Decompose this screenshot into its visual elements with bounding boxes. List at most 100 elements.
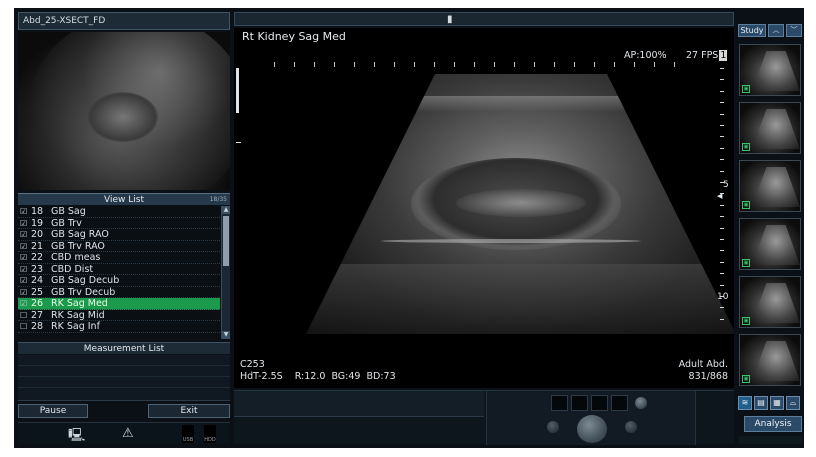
small-knob-icon[interactable] — [635, 397, 647, 409]
computer-icon[interactable]: 🖳 — [68, 426, 85, 443]
thumbnail-tag-icon: ▣ — [742, 201, 750, 209]
view-number: 21 — [31, 240, 44, 252]
depth-tick — [720, 318, 724, 320]
ruler-tick — [534, 62, 535, 67]
depth-tick — [720, 227, 724, 229]
focus-marker-icon[interactable]: ◀ — [717, 192, 722, 200]
checkbox-icon[interactable]: ☑ — [20, 287, 29, 299]
checkbox-icon[interactable]: ☑ — [20, 275, 29, 287]
frame-rate: 27 FPS 1 — [686, 50, 728, 61]
ruler-tick — [494, 62, 495, 67]
preset-slot-1[interactable] — [551, 395, 568, 411]
view-list-item[interactable]: ☑ 22 CBD meas — [18, 252, 220, 264]
view-list-item[interactable]: ☑ 18 GB Sag — [18, 206, 220, 218]
grid-icon[interactable]: ▦ — [770, 396, 784, 410]
preset-slot-3[interactable] — [591, 395, 608, 411]
view-list-item[interactable]: ☑ 19 GB Trv — [18, 218, 220, 230]
analysis-button[interactable]: Analysis — [744, 416, 802, 432]
exit-button[interactable]: Exit — [148, 404, 230, 418]
thumbnail-sector — [752, 283, 800, 323]
image-thumbnail[interactable]: ▣ — [739, 276, 801, 328]
report-icon[interactable]: ▤ — [754, 396, 768, 410]
checkbox-icon[interactable]: ☑ — [20, 218, 29, 230]
hdd-indicator: HDD — [204, 425, 216, 443]
ruler-tick — [274, 62, 275, 67]
renal-capsule — [381, 239, 641, 243]
image-thumbnail[interactable]: ▣ — [739, 160, 801, 212]
left-knob-icon[interactable] — [547, 421, 559, 433]
pause-button[interactable]: Pause — [18, 404, 88, 418]
measurement-row — [18, 355, 230, 366]
ruler-tick — [654, 62, 655, 67]
view-list-header: View List 18/35 — [18, 193, 230, 205]
thumbnail-tag-icon: ▣ — [742, 317, 750, 325]
scroll-down-icon[interactable]: ▼ — [222, 331, 230, 339]
ruler-tick — [474, 62, 475, 67]
view-list-scrollbar[interactable]: ▲ ▼ — [221, 206, 230, 339]
view-list-item[interactable]: ☑ 25 GB Trv Decub — [18, 287, 220, 299]
checkbox-icon[interactable]: ☑ — [20, 252, 29, 264]
ruler-tick — [574, 62, 575, 67]
view-list-item[interactable]: ☑ 26 RK Sag Med — [18, 298, 220, 310]
image-thumbnail[interactable]: ▣ — [739, 218, 801, 270]
view-list-title: View List — [104, 195, 144, 205]
scrollbar-thumb[interactable] — [223, 216, 229, 266]
probe-shape-icon[interactable]: ⌓ — [786, 396, 800, 410]
view-label: RK Sag Mid — [51, 309, 105, 321]
study-button[interactable]: Study — [738, 24, 766, 37]
thumbnail-sector — [752, 225, 800, 265]
view-label: CBD Dist — [51, 263, 94, 275]
page-down-icon[interactable]: ﹀ — [786, 24, 802, 37]
trackball-icon[interactable] — [577, 415, 607, 443]
view-number: 22 — [31, 252, 44, 263]
image-thumbnail[interactable]: ▣ — [739, 334, 801, 386]
view-label: RK Sag Inf — [51, 321, 100, 332]
checkbox-icon[interactable]: ☑ — [20, 241, 29, 253]
view-list-item[interactable]: ☐ 28 RK Sag Inf — [18, 321, 220, 333]
depth-tick — [720, 261, 724, 263]
view-number: 26 — [31, 298, 44, 309]
view-label: CBD meas — [51, 252, 101, 263]
warning-icon[interactable]: ⚠ — [122, 426, 134, 442]
ruler-tick — [554, 62, 555, 67]
image-thumbnail[interactable]: ▣ — [739, 102, 801, 154]
checkbox-icon[interactable]: ☐ — [20, 310, 29, 322]
ruler-tick — [374, 62, 375, 67]
renal-sinus — [456, 189, 586, 217]
depth-tick — [720, 159, 724, 161]
ruler-tick — [294, 62, 295, 67]
checkbox-icon[interactable]: ☐ — [20, 321, 29, 333]
stack-icon[interactable]: ≋ — [738, 396, 752, 410]
view-number: 23 — [31, 263, 44, 275]
bottom-control-bar — [234, 390, 734, 445]
view-list-item[interactable]: ☐ 27 RK Sag Mid — [18, 309, 220, 322]
checkbox-icon[interactable]: ☑ — [20, 264, 29, 276]
frame-counter: 831/868 — [688, 371, 728, 382]
ruler-tick — [514, 62, 515, 67]
thumbnail-tag-icon: ▣ — [742, 85, 750, 93]
preset-slot-4[interactable] — [611, 395, 628, 411]
view-list-item[interactable]: ☑ 23 CBD Dist — [18, 263, 220, 276]
view-list-item[interactable]: ☑ 21 GB Trv RAO — [18, 240, 220, 253]
current-image-thumbnail[interactable] — [18, 32, 230, 190]
ruler-tick — [314, 62, 315, 67]
view-label: GB Sag RAO — [51, 229, 109, 240]
ultrasound-sector — [306, 74, 734, 334]
ultrasound-image[interactable]: Rt Kidney Sag Med AP:100% 27 FPS 1 5 ◀ 10… — [234, 28, 734, 388]
checkbox-icon[interactable]: ☑ — [20, 298, 29, 310]
depth-tick — [720, 204, 724, 206]
bottom-left-strip — [234, 391, 484, 417]
ultrasound-app: Abd_25-XSECT_FD View List 18/35 ☑ 18 GB Sa… — [14, 8, 804, 448]
page-up-icon[interactable]: ︿ — [768, 24, 784, 37]
checkbox-icon[interactable]: ☑ — [20, 229, 29, 241]
image-thumbnail[interactable]: ▣ — [739, 44, 801, 96]
view-number: 24 — [31, 275, 44, 286]
checkbox-icon[interactable]: ☑ — [20, 206, 29, 218]
view-list-item[interactable]: ☑ 20 GB Sag RAO — [18, 229, 220, 241]
usb-indicator: USB — [182, 425, 194, 443]
scroll-up-icon[interactable]: ▲ — [222, 206, 230, 214]
view-list-item[interactable]: ☑ 24 GB Sag Decub — [18, 275, 220, 287]
right-knob-icon[interactable] — [625, 421, 637, 433]
view-label: RK Sag Med — [51, 298, 108, 309]
preset-slot-2[interactable] — [571, 395, 588, 411]
